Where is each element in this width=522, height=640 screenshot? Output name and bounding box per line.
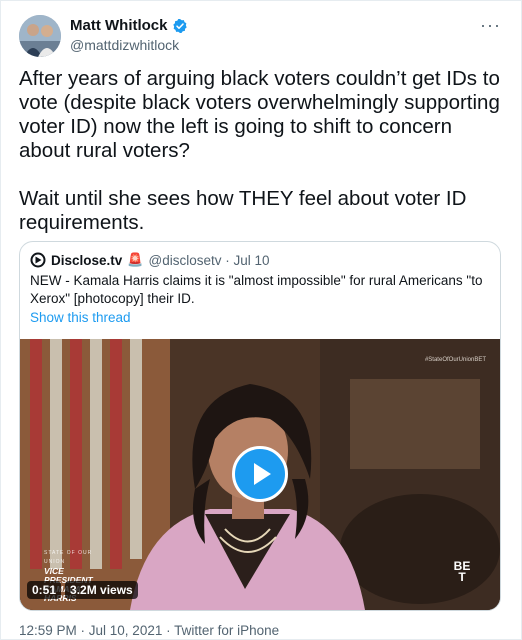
- play-icon: [254, 463, 271, 485]
- play-button[interactable]: [232, 446, 288, 502]
- network-logo: BE T: [448, 560, 476, 589]
- verified-icon: [172, 18, 187, 33]
- tweet-card: Matt Whitlock @mattdizwhitlock ··· After…: [0, 0, 522, 640]
- network-logo-bottom: T: [458, 570, 466, 584]
- author-name[interactable]: Matt Whitlock: [70, 17, 168, 34]
- siren-icon: 🚨: [127, 252, 144, 267]
- quoted-tweet[interactable]: Disclose.tv 🚨 @disclosetv · Jul 10 NEW -…: [19, 241, 501, 611]
- tweet-text: After years of arguing black voters coul…: [19, 67, 507, 259]
- avatar[interactable]: [19, 15, 61, 57]
- show-thread-link[interactable]: Show this thread: [30, 310, 131, 325]
- tweet-paragraph: Wait until she sees how THEY feel about …: [19, 187, 473, 234]
- avatar-photo: [19, 15, 61, 57]
- video-player[interactable]: #StateOfOurUnionBET STATE OF OUR UNION V…: [20, 339, 500, 610]
- video-watermark: #StateOfOurUnionBET: [424, 357, 486, 363]
- quoted-author-handle: @disclosetv · Jul 10: [148, 252, 270, 268]
- quoted-tweet-header: Disclose.tv 🚨 @disclosetv · Jul 10: [30, 252, 269, 268]
- quoted-tweet-text: NEW - Kamala Harris claims it is "almost…: [30, 273, 483, 306]
- more-options-icon[interactable]: ···: [480, 15, 501, 36]
- author-handle[interactable]: @mattdizwhitlock: [70, 37, 179, 53]
- quoted-author-name[interactable]: Disclose.tv: [51, 253, 122, 268]
- tweet-timestamp[interactable]: 12:59 PM · Jul 10, 2021 · Twitter for iP…: [19, 623, 279, 638]
- disclose-logo-icon: [30, 252, 46, 268]
- video-stats: 0:51 3.2M views: [27, 581, 138, 599]
- video-duration: 0:51: [27, 581, 62, 599]
- tweet-paragraph: After years of arguing black voters coul…: [19, 67, 506, 162]
- video-views: 3.2M views: [65, 581, 138, 599]
- author-name-row[interactable]: Matt Whitlock: [70, 17, 188, 34]
- lower-third-top: STATE OF OUR UNION: [44, 550, 93, 565]
